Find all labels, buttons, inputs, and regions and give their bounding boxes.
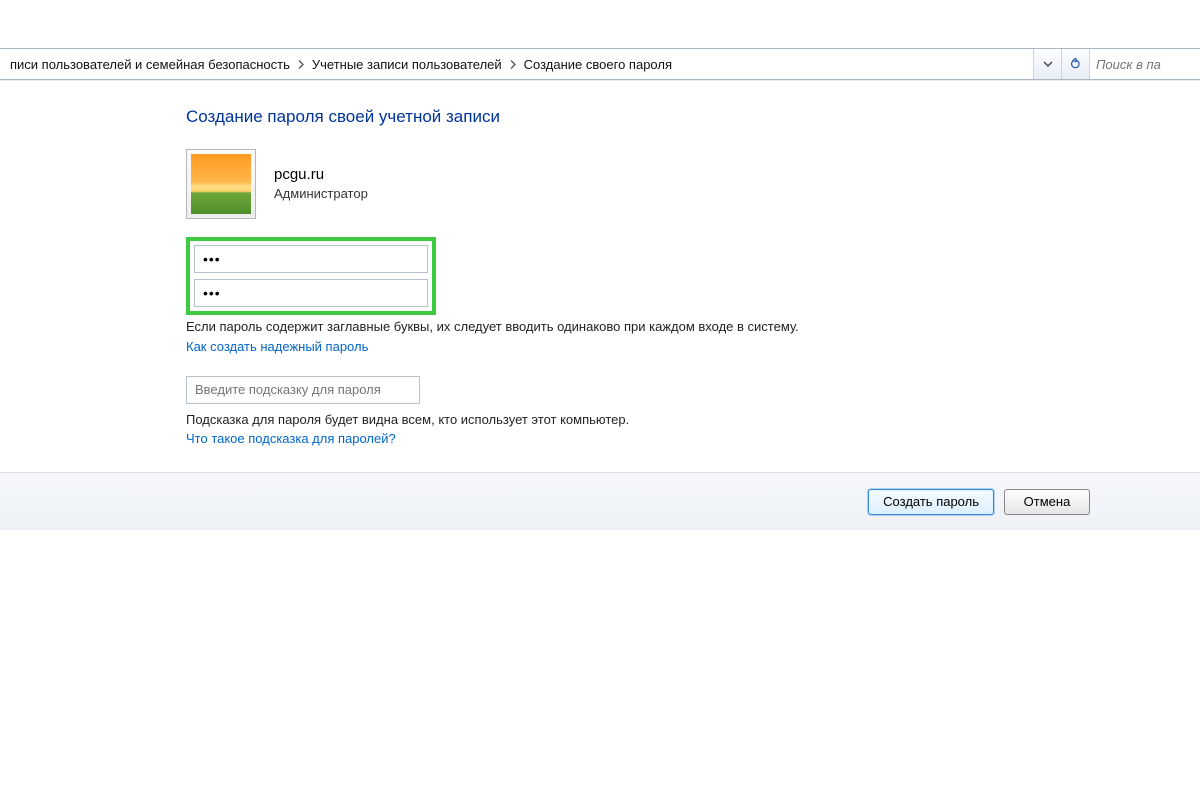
avatar-image [191, 154, 251, 214]
breadcrumb-item-2[interactable]: Создание своего пароля [520, 57, 676, 72]
search-input[interactable] [1096, 57, 1194, 72]
main-content: Создание пароля своей учетной записи pcg… [0, 81, 1200, 446]
password-hint-input[interactable] [186, 376, 420, 404]
avatar [186, 149, 256, 219]
refresh-button[interactable] [1062, 49, 1090, 79]
footer-button-bar: Создать пароль Отмена [0, 472, 1200, 530]
chevron-right-icon[interactable] [294, 49, 308, 79]
address-bar: писи пользователей и семейная безопаснос… [0, 48, 1200, 80]
history-dropdown-button[interactable] [1034, 49, 1062, 79]
hint-visibility-text: Подсказка для пароля будет видна всем, к… [186, 410, 1006, 430]
strong-password-link[interactable]: Как создать надежный пароль [186, 339, 368, 354]
cancel-button[interactable]: Отмена [1004, 489, 1090, 515]
confirm-password-input[interactable] [194, 279, 428, 307]
what-is-hint-link[interactable]: Что такое подсказка для паролей? [186, 431, 396, 446]
user-text: pcgu.ru Администратор [274, 164, 368, 205]
window-top-spacer [0, 0, 1200, 48]
new-password-input[interactable] [194, 245, 428, 273]
breadcrumb[interactable]: писи пользователей и семейная безопаснос… [0, 49, 1034, 79]
page-title: Создание пароля своей учетной записи [186, 107, 1200, 127]
user-role: Администратор [274, 185, 368, 204]
breadcrumb-item-1[interactable]: Учетные записи пользователей [308, 57, 506, 72]
password-fields-highlight [186, 237, 436, 315]
breadcrumb-item-0[interactable]: писи пользователей и семейная безопаснос… [6, 57, 294, 72]
search-box[interactable] [1090, 49, 1200, 79]
chevron-right-icon[interactable] [506, 49, 520, 79]
create-password-button[interactable]: Создать пароль [868, 489, 994, 515]
caps-warning-text: Если пароль содержит заглавные буквы, их… [186, 317, 1006, 337]
user-info: pcgu.ru Администратор [186, 149, 1200, 219]
user-name: pcgu.ru [274, 164, 368, 186]
